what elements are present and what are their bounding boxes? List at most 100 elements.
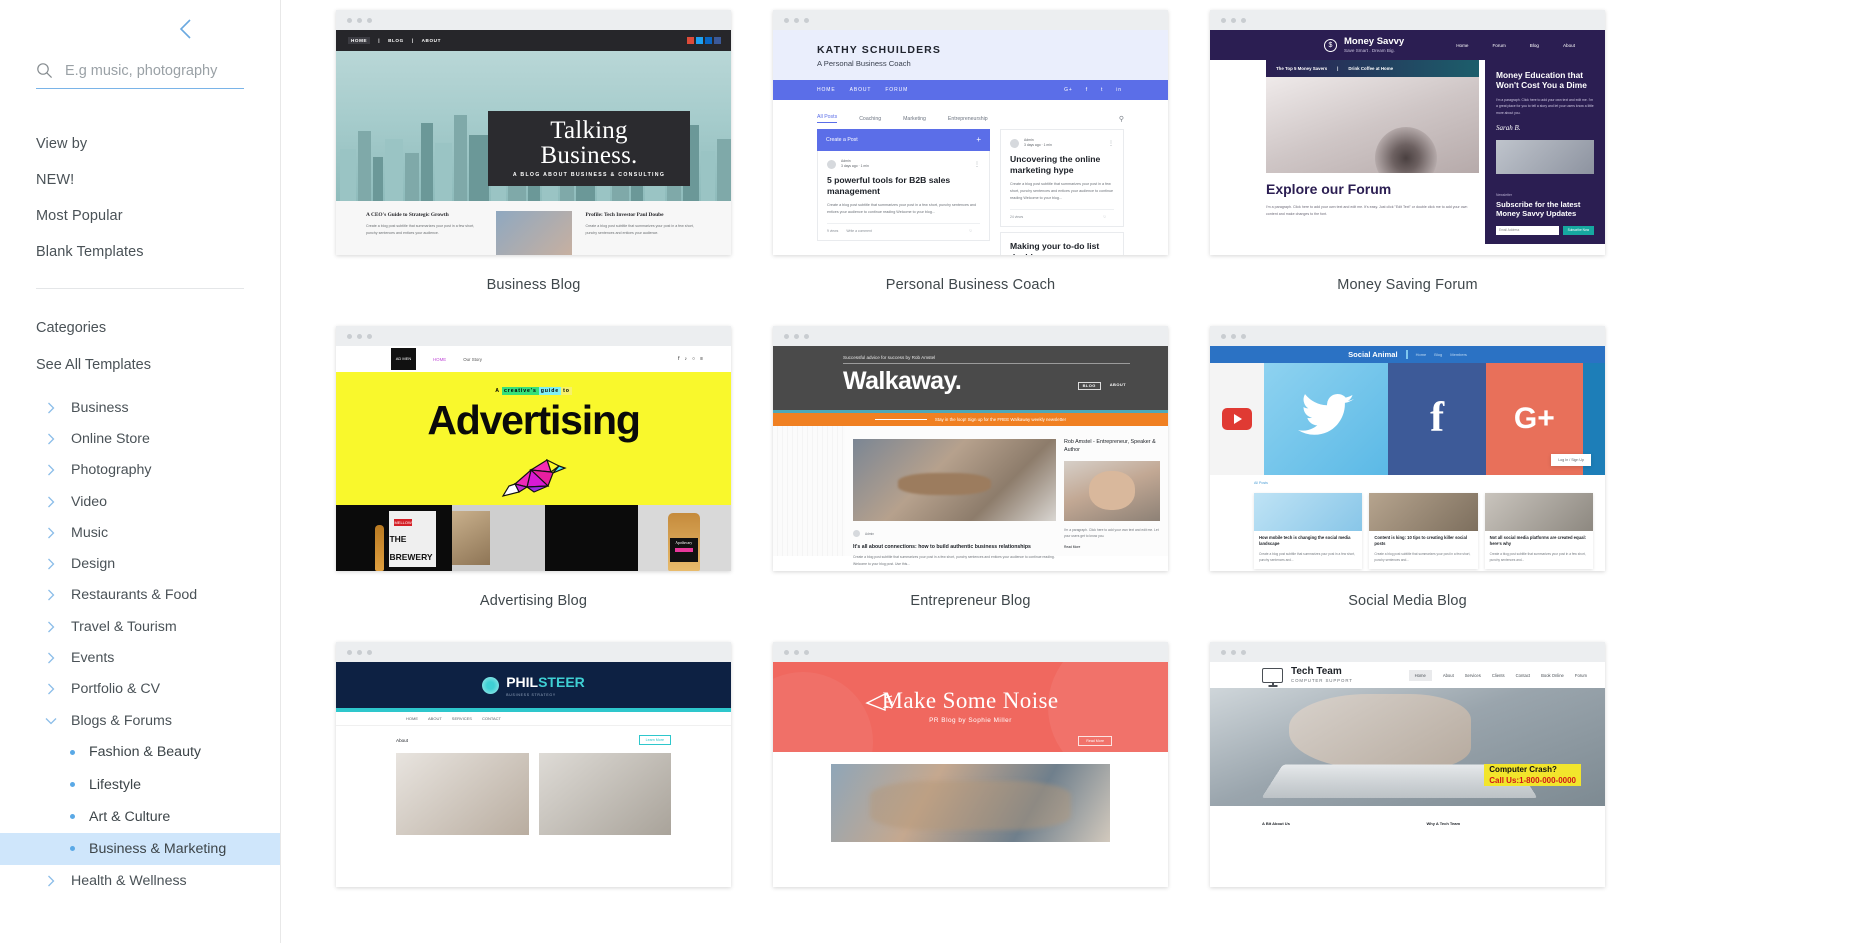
eye-detail [1375, 127, 1437, 173]
category-business[interactable]: Business [0, 392, 281, 423]
thumb-author-bio: I'm a paragraph. Click here to add your … [1064, 527, 1160, 540]
template-thumbnail[interactable]: HOME | BLOG | ABOUT Talking Business. A … [336, 10, 731, 255]
thumb-tab: Entrepreneurship [948, 116, 988, 122]
thumb-newsletter-form: Email Address Subscribe Now [1496, 226, 1594, 235]
apothecary-stripe [675, 548, 693, 552]
category-restaurants-food[interactable]: Restaurants & Food [0, 580, 281, 611]
category-travel-tourism[interactable]: Travel & Tourism [0, 611, 281, 642]
apothecary-title: Apothecary [670, 541, 698, 545]
thumb-post-comment: Write a comment [846, 229, 872, 233]
category-design[interactable]: Design [0, 548, 281, 579]
chevron-right-icon [44, 433, 58, 445]
template-thumbnail[interactable]: KATHY SCHUILDERS A Personal Business Coa… [773, 10, 1168, 255]
category-video[interactable]: Video [0, 486, 281, 517]
search-input[interactable] [65, 63, 244, 79]
thumb-title-block: Talking Business. A BLOG ABOUT BUSINESS … [488, 111, 690, 186]
thumb-post-body: Create a blog post subtitle that summari… [853, 554, 1056, 568]
category-events[interactable]: Events [0, 642, 281, 673]
thumb-post: A CEO's Guide to Strategic Growth Create… [366, 211, 482, 255]
chevron-down-icon [44, 717, 58, 725]
view-by-item-blank-templates[interactable]: Blank Templates [36, 244, 244, 260]
thumb-nav-item: Members [1450, 352, 1467, 357]
subcategory-label: Lifestyle [89, 777, 141, 793]
template-name: Entrepreneur Blog [773, 571, 1168, 642]
template-card-entrepreneur-blog[interactable]: Successful advice for success by Rob Ams… [773, 326, 1168, 642]
template-thumbnail[interactable]: AD MEN HOME Our Story f ♪ ○ ≡ A creative… [336, 326, 731, 571]
chevron-right-icon [44, 875, 58, 887]
template-card-advertising-blog[interactable]: AD MEN HOME Our Story f ♪ ○ ≡ A creative… [336, 326, 731, 642]
template-card-social-media-blog[interactable]: Social Animal Home Blog Members f G+ Log… [1210, 326, 1605, 642]
subcategory-art-culture[interactable]: Art & Culture [0, 801, 281, 833]
template-name [1210, 887, 1605, 942]
view-by-item-most-popular[interactable]: Most Popular [36, 208, 244, 224]
subcategory-fashion-beauty[interactable]: Fashion & Beauty [0, 736, 281, 768]
thumb-subscribe-button: Subscribe Now [1563, 226, 1594, 235]
thumbnail-body: KATHY SCHUILDERS A Personal Business Coa… [773, 30, 1168, 255]
template-card-make-some-noise[interactable]: Make Some Noise PR Blog by Sophie Miller… [773, 642, 1168, 942]
template-thumbnail[interactable]: Make Some Noise PR Blog by Sophie Miller… [773, 642, 1168, 887]
template-thumbnail[interactable]: Successful advice for success by Rob Ams… [773, 326, 1168, 571]
category-label: Events [71, 650, 114, 666]
thumb-post-footer: 9 views Write a comment ♡ [827, 223, 980, 233]
thumb-logo: PHILSTEER BUSINESS STRATEGY [506, 674, 585, 697]
thumbnail-body: Social Animal Home Blog Members f G+ Log… [1210, 346, 1605, 571]
see-all-templates-link[interactable]: See All Templates [0, 357, 281, 373]
category-online-store[interactable]: Online Store [0, 423, 281, 454]
category-blogs-forums[interactable]: Blogs & Forums [0, 705, 281, 736]
view-by-item-new[interactable]: NEW! [36, 172, 244, 188]
coin-icon: $ [1324, 39, 1337, 52]
thumb-hero: Make Some Noise PR Blog by Sophie Miller… [773, 662, 1168, 752]
template-name: Social Media Blog [1210, 571, 1605, 642]
window-dot-icon [1231, 18, 1236, 23]
chevron-right-icon [44, 683, 58, 695]
thumb-social-icons [687, 37, 731, 44]
search-box[interactable] [36, 62, 244, 89]
category-health-wellness[interactable]: Health & Wellness [0, 865, 281, 896]
subcategory-lifestyle[interactable]: Lifestyle [0, 768, 281, 800]
thumb-post-title: It's all about connections: how to build… [853, 544, 1056, 550]
thumb-tagline: A Personal Business Coach [817, 59, 1168, 68]
category-label: Travel & Tourism [71, 619, 177, 635]
category-music[interactable]: Music [0, 517, 281, 548]
thumb-main-column: Admin It's all about connections: how to… [845, 426, 1064, 556]
thumb-gallery-item: MELLOW THE BREWERY [336, 505, 452, 571]
chevron-right-icon [44, 589, 58, 601]
subcategory-business-marketing[interactable]: Business & Marketing [0, 833, 281, 865]
template-card-personal-business-coach[interactable]: KATHY SCHUILDERS A Personal Business Coa… [773, 10, 1168, 326]
thumb-newsletter-label: Newsletter [1496, 193, 1594, 197]
avatar [1010, 139, 1019, 148]
apothecary-label: Apothecary [670, 538, 698, 562]
instagram-icon: ○ [692, 356, 695, 362]
template-thumbnail[interactable]: PHILSTEER BUSINESS STRATEGY HOME ABOUT S… [336, 642, 731, 887]
thumb-post-title: Uncovering the online marketing hype [1010, 154, 1114, 175]
template-thumbnail[interactable]: Tech Team COMPUTER SUPPORT Home About Se… [1210, 642, 1605, 887]
template-card-business-blog[interactable]: HOME | BLOG | ABOUT Talking Business. A … [336, 10, 731, 326]
thumb-section-label: About [396, 738, 408, 743]
thumb-nav-item: HOME [433, 357, 446, 362]
category-portfolio-cv[interactable]: Portfolio & CV [0, 674, 281, 705]
template-thumbnail[interactable]: $ Money Savvy Save Smart . Dream Big. Ho… [1210, 10, 1605, 255]
template-card-tech-team[interactable]: Tech Team COMPUTER SUPPORT Home About Se… [1210, 642, 1605, 942]
window-dot-icon [1241, 650, 1246, 655]
template-card-money-saving-forum[interactable]: $ Money Savvy Save Smart . Dream Big. Ho… [1210, 10, 1605, 326]
browser-chrome [336, 642, 731, 662]
google-plus-icon: G+ [1514, 402, 1555, 436]
thumb-footer-heading: Why A Tech Team [1427, 821, 1461, 826]
category-label: Music [71, 525, 108, 541]
thumb-post-card: Admin 3 days ago · 1 min ⋮ 5 powerful to… [817, 151, 990, 241]
thumb-nav-item: HOME [817, 87, 836, 93]
template-card-philsteer[interactable]: PHILSTEER BUSINESS STRATEGY HOME ABOUT S… [336, 642, 731, 942]
browser-chrome [336, 10, 731, 30]
category-photography[interactable]: Photography [0, 455, 281, 486]
thumb-nav-item: Clients [1492, 673, 1505, 678]
thumb-section-row: About Learn More [336, 726, 731, 745]
youtube-icon [1222, 408, 1252, 430]
thumb-nav-item: Book Online [1541, 673, 1564, 678]
window-dot-icon [347, 650, 352, 655]
keyboard-hands-image: Computer Crash? Call Us:1-800-000-0000 [1210, 688, 1605, 806]
categories-group: Categories See All Templates Business On… [0, 320, 281, 896]
thumb-right-column: Rob Amstel - Entrepreneur, Speaker & Aut… [1064, 426, 1168, 556]
template-thumbnail[interactable]: Social Animal Home Blog Members f G+ Log… [1210, 326, 1605, 571]
sidebar: View by NEW! Most Popular Blank Template… [0, 0, 281, 943]
collapse-sidebar-button[interactable] [172, 16, 198, 42]
